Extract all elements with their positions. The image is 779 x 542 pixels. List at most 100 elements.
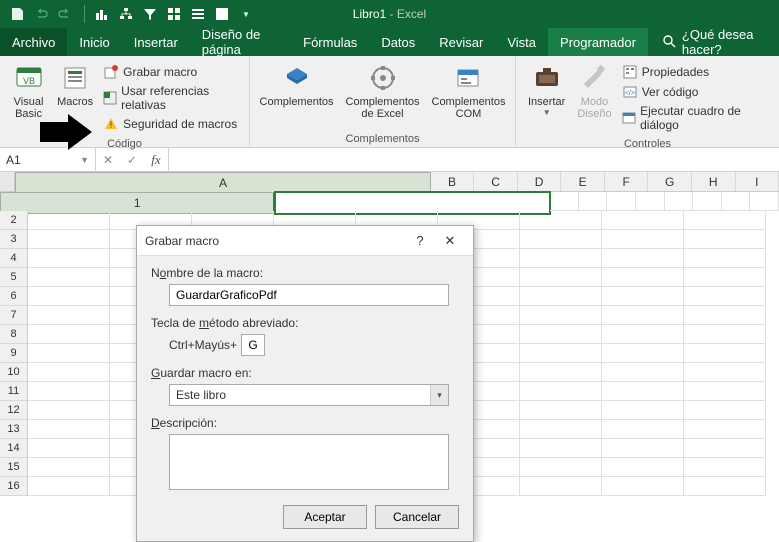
row-header[interactable]: 6	[0, 287, 28, 306]
row-header[interactable]: 5	[0, 268, 28, 287]
cell[interactable]	[520, 325, 602, 344]
col-header[interactable]: H	[692, 172, 736, 191]
cell[interactable]	[636, 192, 665, 211]
seguridad-macros-button[interactable]: ! Seguridad de macros	[103, 114, 239, 134]
col-header[interactable]: A	[15, 172, 431, 194]
cell[interactable]	[520, 439, 602, 458]
help-button[interactable]: ?	[405, 226, 435, 256]
cell[interactable]	[684, 249, 766, 268]
qat-dropdown-icon[interactable]: ▼	[235, 3, 257, 25]
row-header[interactable]: 2	[0, 211, 28, 230]
cell[interactable]	[684, 401, 766, 420]
row-header[interactable]: 15	[0, 458, 28, 477]
cell[interactable]	[750, 192, 779, 211]
cell[interactable]	[684, 306, 766, 325]
row-header[interactable]: 4	[0, 249, 28, 268]
cell[interactable]	[684, 382, 766, 401]
cell[interactable]	[684, 211, 766, 230]
cell[interactable]	[28, 477, 110, 496]
cell[interactable]	[602, 401, 684, 420]
cell[interactable]	[28, 287, 110, 306]
cell[interactable]	[684, 477, 766, 496]
cell[interactable]	[722, 192, 751, 211]
cell[interactable]	[28, 382, 110, 401]
qat-hierarchy-icon[interactable]	[115, 3, 137, 25]
cell[interactable]	[602, 306, 684, 325]
cell[interactable]	[602, 287, 684, 306]
cell[interactable]	[520, 363, 602, 382]
row-header[interactable]: 7	[0, 306, 28, 325]
tab-revisar[interactable]: Revisar	[427, 28, 495, 56]
insertar-control-button[interactable]: Insertar ▼	[522, 60, 571, 136]
cell[interactable]	[684, 344, 766, 363]
tell-me-search[interactable]: ¿Qué desea hacer?	[648, 28, 779, 56]
tab-diseno[interactable]: Diseño de página	[190, 28, 291, 56]
tab-insertar[interactable]: Insertar	[122, 28, 190, 56]
row-header[interactable]: 11	[0, 382, 28, 401]
cell[interactable]	[602, 268, 684, 287]
cell[interactable]	[684, 363, 766, 382]
row-header[interactable]: 14	[0, 439, 28, 458]
cell[interactable]	[602, 420, 684, 439]
cell[interactable]	[579, 192, 608, 211]
cell[interactable]	[28, 249, 110, 268]
tab-vista[interactable]: Vista	[495, 28, 548, 56]
qat-square-icon[interactable]	[211, 3, 233, 25]
cell[interactable]	[602, 344, 684, 363]
referencias-relativas-button[interactable]: Usar referencias relativas	[103, 82, 239, 114]
complementos-com-button[interactable]: Complementos COM	[426, 60, 512, 131]
cell[interactable]	[684, 230, 766, 249]
cell[interactable]	[520, 458, 602, 477]
qat-grid-icon[interactable]	[163, 3, 185, 25]
cell[interactable]	[602, 382, 684, 401]
aceptar-button[interactable]: Aceptar	[283, 505, 367, 529]
cell[interactable]	[28, 401, 110, 420]
col-header[interactable]: I	[736, 172, 779, 191]
cell[interactable]	[550, 192, 579, 211]
cell[interactable]	[602, 363, 684, 382]
cell[interactable]	[602, 477, 684, 496]
cell[interactable]	[602, 211, 684, 230]
formula-input[interactable]	[169, 148, 779, 171]
shortcut-key-input[interactable]	[241, 334, 265, 356]
row-header[interactable]: 9	[0, 344, 28, 363]
cell[interactable]	[28, 230, 110, 249]
row-header[interactable]: 12	[0, 401, 28, 420]
ejecutar-dialogo-button[interactable]: Ejecutar cuadro de diálogo	[622, 102, 769, 134]
cell[interactable]	[520, 477, 602, 496]
tab-archivo[interactable]: Archivo	[0, 28, 67, 56]
cell[interactable]	[520, 306, 602, 325]
qat-bar-chart-icon[interactable]	[91, 3, 113, 25]
cell[interactable]	[684, 325, 766, 344]
tab-datos[interactable]: Datos	[369, 28, 427, 56]
cell[interactable]	[520, 230, 602, 249]
row-header[interactable]: 10	[0, 363, 28, 382]
col-header[interactable]: E	[561, 172, 605, 191]
cell[interactable]	[607, 192, 636, 211]
cell[interactable]	[520, 420, 602, 439]
row-header[interactable]: 3	[0, 230, 28, 249]
cell[interactable]	[684, 287, 766, 306]
description-textarea[interactable]	[169, 434, 449, 490]
tab-formulas[interactable]: Fórmulas	[291, 28, 369, 56]
cell[interactable]	[693, 192, 722, 211]
cell[interactable]	[602, 230, 684, 249]
accept-formula-icon[interactable]: ✓	[120, 153, 144, 167]
cancelar-button[interactable]: Cancelar	[375, 505, 459, 529]
cell[interactable]	[520, 268, 602, 287]
qat-list-icon[interactable]	[187, 3, 209, 25]
select-all-corner[interactable]	[0, 172, 15, 191]
cell[interactable]	[602, 439, 684, 458]
row-header[interactable]: 16	[0, 477, 28, 496]
cell[interactable]	[28, 268, 110, 287]
macro-name-input[interactable]	[169, 284, 449, 306]
complementos-button[interactable]: Complementos	[254, 60, 340, 131]
cancel-formula-icon[interactable]: ✕	[96, 153, 120, 167]
cell[interactable]	[520, 401, 602, 420]
cell[interactable]	[520, 249, 602, 268]
cell[interactable]	[520, 287, 602, 306]
cell[interactable]	[602, 249, 684, 268]
cell[interactable]	[28, 344, 110, 363]
col-header[interactable]: D	[518, 172, 562, 191]
ver-codigo-button[interactable]: </> Ver código	[622, 82, 769, 102]
